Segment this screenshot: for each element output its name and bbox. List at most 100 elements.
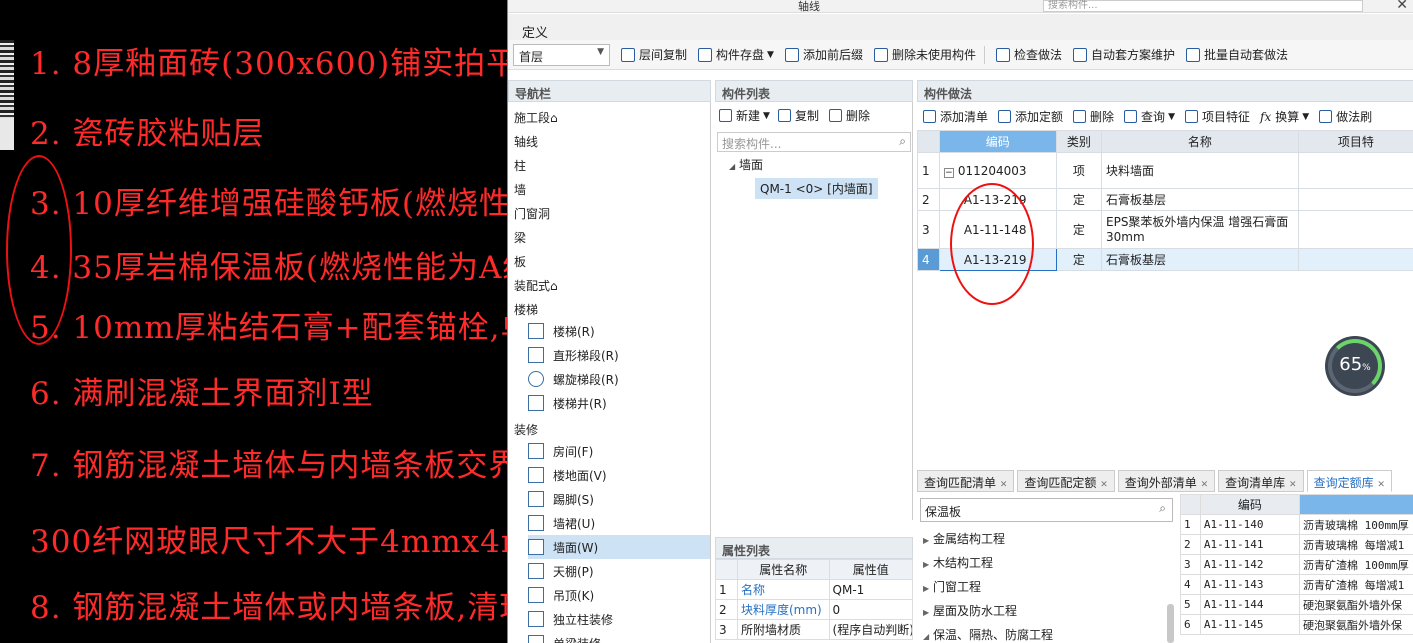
table-row[interactable]: 2 A1-11-141 沥青玻璃棉 每增减1 (1180, 534, 1413, 555)
row-feature[interactable] (1297, 188, 1413, 211)
convert-button[interactable]: 换算 (1275, 108, 1299, 125)
quota-code[interactable]: A1-11-145 (1199, 614, 1301, 635)
tree-item-roof[interactable]: ▶ 屋面及防水工程 (923, 602, 1017, 619)
table-row[interactable]: 1 A1-11-140 沥青玻璃棉 100mm厚 (1180, 514, 1413, 535)
collapse-icon[interactable]: − (943, 167, 954, 178)
table-row[interactable]: 6 A1-11-145 硬泡聚氨酯外墙外保 (1180, 614, 1413, 635)
tab-match-quota[interactable]: 查询匹配定额 ✕ (1017, 470, 1115, 492)
nav-item-opening[interactable]: 门窗洞 (514, 205, 550, 222)
component-item-qm1[interactable]: QM-1 <0> [内墙面] (755, 178, 878, 199)
scrollbar-thumb[interactable] (1167, 604, 1174, 643)
close-icon[interactable]: ✕ (1100, 480, 1108, 490)
row-feature[interactable] (1297, 248, 1413, 271)
nav-item-stairs[interactable]: 楼梯 (514, 301, 538, 318)
prop-value[interactable]: (程序自动判断) (828, 619, 914, 640)
prop-value[interactable]: 0 (828, 599, 914, 620)
table-row[interactable]: 3 A1-11-142 沥青矿渣棉 100mm厚 (1180, 554, 1413, 575)
nav-sub-suspended-ceiling[interactable]: 吊顶(K) (528, 583, 710, 607)
tree-item-wood[interactable]: ▶ 木结构工程 (923, 554, 993, 571)
nav-sub-wall-surface[interactable]: 墙面(W) (528, 535, 710, 559)
top-search-input[interactable]: 搜索构件... (1043, 0, 1363, 12)
tab-match-list[interactable]: 查询匹配清单 ✕ (917, 470, 1015, 492)
nav-item-slab[interactable]: 板 (514, 253, 526, 270)
delete-button[interactable]: 删除 (846, 107, 870, 124)
nav-sub-beam-decor[interactable]: 单梁装修 (528, 631, 710, 643)
row-name[interactable]: 石膏板基层 (1101, 248, 1299, 271)
quota-name[interactable]: 沥青矿渣棉 100mm厚 (1299, 554, 1413, 575)
nav-item-wall[interactable]: 墙 (514, 181, 526, 198)
method-table-header: 编码 类别 名称 项目特 (917, 130, 1413, 153)
floor-copy-button[interactable]: 层间复制 (621, 46, 687, 63)
floor-select[interactable]: 首层 ▼ (513, 43, 610, 66)
close-icon[interactable]: ✕ (1000, 480, 1008, 490)
check-method-button[interactable]: 检查做法 (995, 46, 1062, 63)
quota-col-name (1299, 494, 1413, 515)
nav-sub-straight-flight[interactable]: 直形梯段(R) (528, 343, 710, 367)
quota-name[interactable]: 沥青玻璃棉 100mm厚 (1299, 514, 1413, 535)
method-brush-button[interactable]: 做法刷 (1336, 108, 1372, 125)
tree-group-wall-surface[interactable]: ◢ 墙面 (729, 156, 763, 173)
tab-external-list[interactable]: 查询外部清单 ✕ (1117, 470, 1216, 492)
quota-search-input[interactable]: 保温板 ⌕ (920, 498, 1173, 522)
nav-item-prefab[interactable]: 装配式⌂ (514, 277, 558, 294)
nav-item-column[interactable]: 柱 (514, 157, 526, 174)
nav-item-beam[interactable]: 梁 (514, 229, 526, 246)
chevron-down-icon: ▼ (1168, 111, 1175, 122)
auto-scheme-button[interactable]: 自动套方案维护 (1073, 46, 1175, 63)
add-quota-button[interactable]: 添加定额 (1015, 108, 1063, 125)
close-icon[interactable]: ✕ (1396, 0, 1408, 13)
quota-name[interactable]: 沥青矿渣棉 每增减1 (1299, 574, 1413, 595)
nav-sub-stair[interactable]: 楼梯(R) (528, 319, 710, 343)
nav-sub-dado[interactable]: 墙裙(U) (528, 511, 710, 535)
save-component-button[interactable]: 构件存盘 ▼ (698, 46, 774, 63)
close-icon[interactable]: ✕ (1289, 480, 1297, 490)
add-prefix-button[interactable]: 添加前后缀 (784, 46, 863, 63)
nav-item-axis[interactable]: 轴线 (514, 133, 538, 150)
tab-quota-library[interactable]: 查询定额库 ✕ (1306, 470, 1392, 492)
tree-item-metal[interactable]: ▶ 金属结构工程 (923, 530, 1005, 547)
query-button[interactable]: 查询 (1141, 108, 1165, 125)
prop-value[interactable]: QM-1 (828, 579, 914, 600)
nav-sub-stairwell[interactable]: 楼梯井(R) (528, 391, 710, 415)
row-name[interactable]: EPS聚苯板外墙内保温 增强石膏面 30mm (1101, 210, 1299, 249)
quota-code[interactable]: A1-11-144 (1199, 594, 1301, 615)
nav-sub-room[interactable]: 房间(F) (528, 439, 710, 463)
nav-sub-column-decor[interactable]: 独立柱装修 (528, 607, 710, 631)
quota-code[interactable]: A1-11-143 (1199, 574, 1301, 595)
nav-sub-skirting[interactable]: 踢脚(S) (528, 487, 710, 511)
delete-method-button[interactable]: 删除 (1090, 108, 1114, 125)
tree-item-doors-windows[interactable]: ▶ 门窗工程 (923, 578, 981, 595)
table-row[interactable]: 2 块料厚度(mm) 0 (715, 599, 914, 620)
item-feature-button[interactable]: 项目特征 (1202, 108, 1250, 125)
copy-button[interactable]: 复制 (795, 107, 819, 124)
tree-item-insulation[interactable]: ◢ 保温、隔热、防腐工程 (923, 626, 1053, 643)
quota-name[interactable]: 沥青玻璃棉 每增减1 (1299, 534, 1413, 555)
table-row[interactable]: 3 所附墙材质 (程序自动判断) (715, 619, 914, 640)
table-row[interactable]: 4 A1-11-143 沥青矿渣棉 每增减1 (1180, 574, 1413, 595)
new-button[interactable]: 新建 (736, 107, 760, 124)
row-feature[interactable] (1297, 152, 1413, 189)
quota-name[interactable]: 硬泡聚氨酯外墙外保 (1299, 614, 1413, 635)
quota-code[interactable]: A1-11-140 (1199, 514, 1301, 535)
progress-indicator[interactable]: 65% (1325, 336, 1385, 396)
quota-name[interactable]: 硬泡聚氨酯外墙外保 (1299, 594, 1413, 615)
table-row[interactable]: 1 名称 QM-1 (715, 579, 914, 600)
tab-list-library[interactable]: 查询清单库 ✕ (1218, 470, 1304, 492)
quota-code[interactable]: A1-11-142 (1199, 554, 1301, 575)
row-feature[interactable] (1297, 210, 1413, 249)
nav-sub-ceiling[interactable]: 天棚(P) (528, 559, 710, 583)
nav-item-decoration[interactable]: 装修 (514, 421, 538, 438)
quota-code[interactable]: A1-11-141 (1199, 534, 1301, 555)
nav-sub-spiral-flight[interactable]: 螺旋梯段(R) (528, 367, 710, 391)
table-row[interactable]: 5 A1-11-144 硬泡聚氨酯外墙外保 (1180, 594, 1413, 615)
batch-auto-button[interactable]: 批量自动套做法 (1186, 46, 1288, 63)
nav-item-construction-section[interactable]: 施工段⌂ (514, 109, 558, 126)
row-name[interactable]: 石膏板基层 (1101, 188, 1299, 211)
add-list-button[interactable]: 添加清单 (940, 108, 988, 125)
nav-sub-floor[interactable]: 楼地面(V) (528, 463, 710, 487)
component-search-input[interactable]: 搜索构件... ⌕ (717, 132, 911, 152)
delete-unused-button[interactable]: 删除未使用构件 (873, 46, 976, 63)
close-icon[interactable]: ✕ (1201, 480, 1209, 490)
close-icon[interactable]: ✕ (1377, 480, 1385, 490)
row-name[interactable]: 块料墙面 (1101, 152, 1299, 189)
